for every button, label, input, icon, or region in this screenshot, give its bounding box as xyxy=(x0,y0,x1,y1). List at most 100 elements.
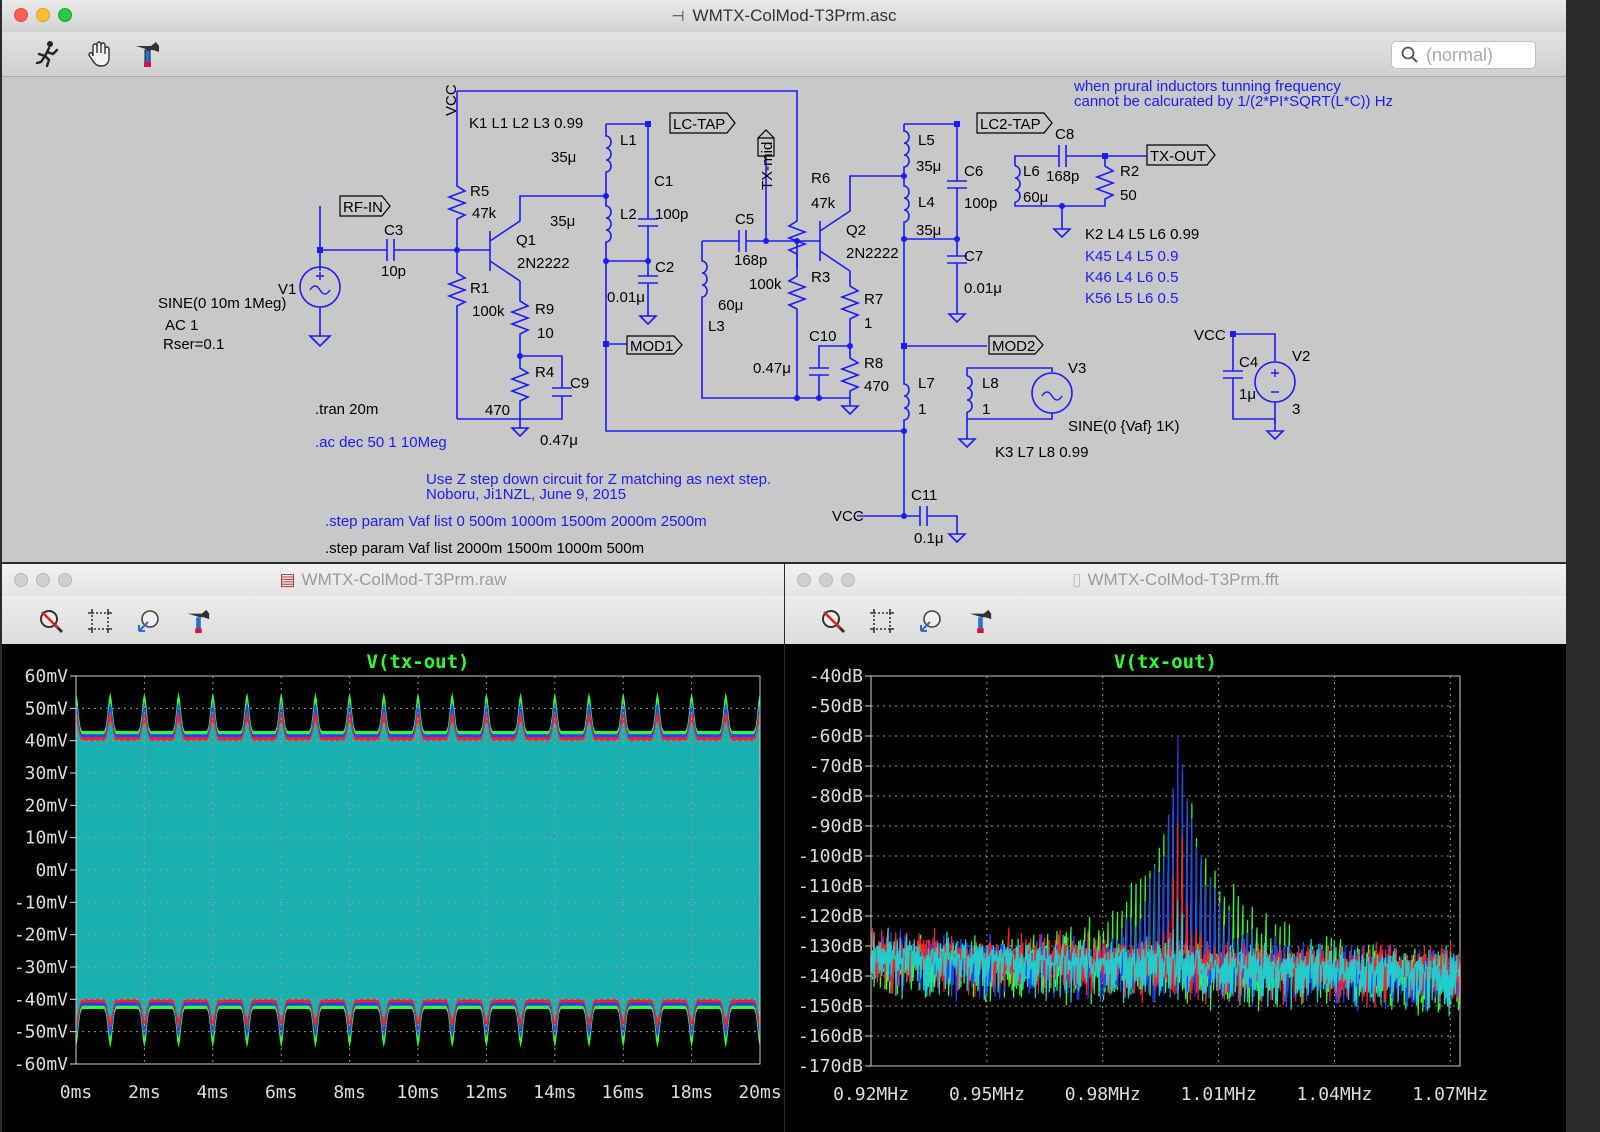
label-l5: L5 xyxy=(918,132,935,149)
fft-x-tick: 0.98MHz xyxy=(1065,1084,1141,1105)
net-label-tx-out: TX-OUT xyxy=(1150,148,1206,165)
halt-hand-icon[interactable] xyxy=(84,39,114,69)
fft-y-tick: -70dB xyxy=(809,756,863,777)
label-coupling-k2: K2 L4 L5 L6 0.99 xyxy=(1085,226,1199,243)
net-label-vcc-v2: VCC xyxy=(1194,327,1226,344)
label-q1-val: 2N2222 xyxy=(517,255,570,272)
transient-x-tick: 10ms xyxy=(396,1082,439,1103)
label-c8-val: 168p xyxy=(1046,168,1079,185)
fft-y-tick: -150dB xyxy=(798,996,863,1017)
net-label-rf-in: RF-IN xyxy=(343,199,383,216)
transient-y-tick: 60mV xyxy=(25,666,69,687)
label-l1-val: 35μ xyxy=(551,149,576,166)
raw-window: ▤ WMTX-ColMod-T3Prm.raw V(tx-out) 0ms 2ms 4m… xyxy=(2,564,784,1132)
fft-x-tick: 0.95MHz xyxy=(949,1084,1025,1105)
label-v2: V2 xyxy=(1292,348,1310,365)
label-r8-val: 470 xyxy=(864,378,889,395)
zoom-area-icon[interactable] xyxy=(85,606,115,636)
label-l7-val: 1 xyxy=(918,401,926,418)
fft-x-tick: 0.92MHz xyxy=(833,1084,909,1105)
raw-window-title: WMTX-ColMod-T3Prm.raw xyxy=(301,570,507,589)
label-l4: L4 xyxy=(918,194,935,211)
schematic-titlebar[interactable]: ⊣ WMTX-ColMod-T3Prm.asc xyxy=(2,0,1566,33)
label-c5-val: 168p xyxy=(734,252,767,269)
fft-plot[interactable]: V(tx-out) 0.92MHz 0.95MHz 0.98MHz 1.01MHz 1.0… xyxy=(785,644,1566,1132)
transient-y-tick: -60mV xyxy=(14,1054,68,1075)
fft-y-tick: -60dB xyxy=(809,726,863,747)
transient-plot[interactable]: V(tx-out) 0ms 2ms 4ms 6ms 8ms 10ms 12ms 14ms 16ms… xyxy=(2,644,784,1132)
net-label-mod2: MOD2 xyxy=(992,338,1035,355)
fft-close-button[interactable] xyxy=(797,573,811,587)
label-c10-val: 0.47μ xyxy=(753,360,791,377)
raw-close-button[interactable] xyxy=(14,573,28,587)
label-l5-val: 35μ xyxy=(916,158,941,175)
hammer-icon[interactable] xyxy=(183,606,213,636)
label-r9: R9 xyxy=(535,301,554,318)
net-label-vcc-c11: VCC xyxy=(832,508,864,525)
zoom-cancel-icon[interactable] xyxy=(36,606,66,636)
minimize-button[interactable] xyxy=(36,8,50,22)
raw-titlebar[interactable]: ▤ WMTX-ColMod-T3Prm.raw xyxy=(2,564,784,597)
search-icon xyxy=(1401,46,1418,63)
label-r6: R6 xyxy=(811,170,830,187)
label-c1-val: 100p xyxy=(655,206,688,223)
transient-y-tick: -30mV xyxy=(14,957,68,978)
raw-zoom-button[interactable] xyxy=(58,573,72,587)
hammer-icon[interactable] xyxy=(965,606,995,636)
label-c2: C2 xyxy=(655,259,674,276)
autorange-icon[interactable] xyxy=(134,606,164,636)
fft-x-tick: 1.04MHz xyxy=(1297,1084,1373,1105)
raw-toolbar xyxy=(2,596,784,645)
label-v3: V3 xyxy=(1068,360,1086,377)
zoom-area-icon[interactable] xyxy=(867,606,897,636)
run-icon[interactable] xyxy=(34,39,64,69)
label-c9: C9 xyxy=(570,375,589,392)
document-icon: ▯ xyxy=(1072,570,1082,589)
fft-zoom-button[interactable] xyxy=(841,573,855,587)
label-v1-ac: AC 1 xyxy=(165,317,198,334)
transient-x-tick: 18ms xyxy=(670,1082,713,1103)
label-c5: C5 xyxy=(735,211,754,228)
directive-step-2[interactable]: .step param Vaf list 2000m 1500m 1000m 5… xyxy=(325,540,644,557)
directive-tran[interactable]: .tran 20m xyxy=(315,401,378,418)
label-r9-val: 10 xyxy=(537,325,554,342)
waveform-file-icon: ▤ xyxy=(279,570,296,589)
transient-x-tick: 12ms xyxy=(465,1082,508,1103)
label-c6: C6 xyxy=(964,163,983,180)
hammer-icon[interactable] xyxy=(132,39,162,69)
raw-minimize-button[interactable] xyxy=(36,573,50,587)
label-c8: C8 xyxy=(1055,126,1074,143)
fft-y-tick: -110dB xyxy=(798,876,863,897)
directive-ac[interactable]: .ac dec 50 1 10Meg xyxy=(315,434,447,451)
transient-x-tick: 6ms xyxy=(265,1082,298,1103)
label-r1: R1 xyxy=(470,280,489,297)
label-coupling-k3: K3 L7 L8 0.99 xyxy=(995,444,1088,461)
schematic-canvas[interactable]: RF-IN LC-TAP LC2-TAP TX-OUT TX-mid MOD1 … xyxy=(2,76,1566,562)
transient-x-tick: 4ms xyxy=(197,1082,230,1103)
transient-x-tick: 14ms xyxy=(533,1082,576,1103)
label-l6-val: 60μ xyxy=(1023,189,1048,206)
label-c4: C4 xyxy=(1239,354,1258,371)
directive-step-1[interactable]: .step param Vaf list 0 500m 1000m 1500m … xyxy=(325,513,707,530)
label-c4-val: 1μ xyxy=(1239,386,1256,403)
label-r4-val: 470 xyxy=(485,402,510,419)
label-l8-val: 1 xyxy=(982,401,990,418)
fft-titlebar[interactable]: ▯ WMTX-ColMod-T3Prm.fft xyxy=(785,564,1566,597)
close-button[interactable] xyxy=(14,8,28,22)
label-l8: L8 xyxy=(982,375,999,392)
fft-x-tick: 1.07MHz xyxy=(1412,1084,1488,1105)
autorange-icon[interactable] xyxy=(916,606,946,636)
label-l3-val: 60μ xyxy=(718,297,743,314)
label-r2: R2 xyxy=(1120,163,1139,180)
zoom-cancel-icon[interactable] xyxy=(818,606,848,636)
search-placeholder: (normal) xyxy=(1426,45,1494,65)
label-l4-val: 35μ xyxy=(916,222,941,239)
label-l6: L6 xyxy=(1023,163,1040,180)
fft-minimize-button[interactable] xyxy=(819,573,833,587)
search-input[interactable]: (normal) xyxy=(1391,41,1536,69)
zoom-button[interactable] xyxy=(58,8,72,22)
label-c1: C1 xyxy=(654,173,673,190)
fft-y-tick: -160dB xyxy=(798,1026,863,1047)
transient-x-tick: 20ms xyxy=(738,1082,781,1103)
note-top-line-2: cannot be calcurated by 1/(2*PI*SQRT(L*C… xyxy=(1074,93,1393,110)
